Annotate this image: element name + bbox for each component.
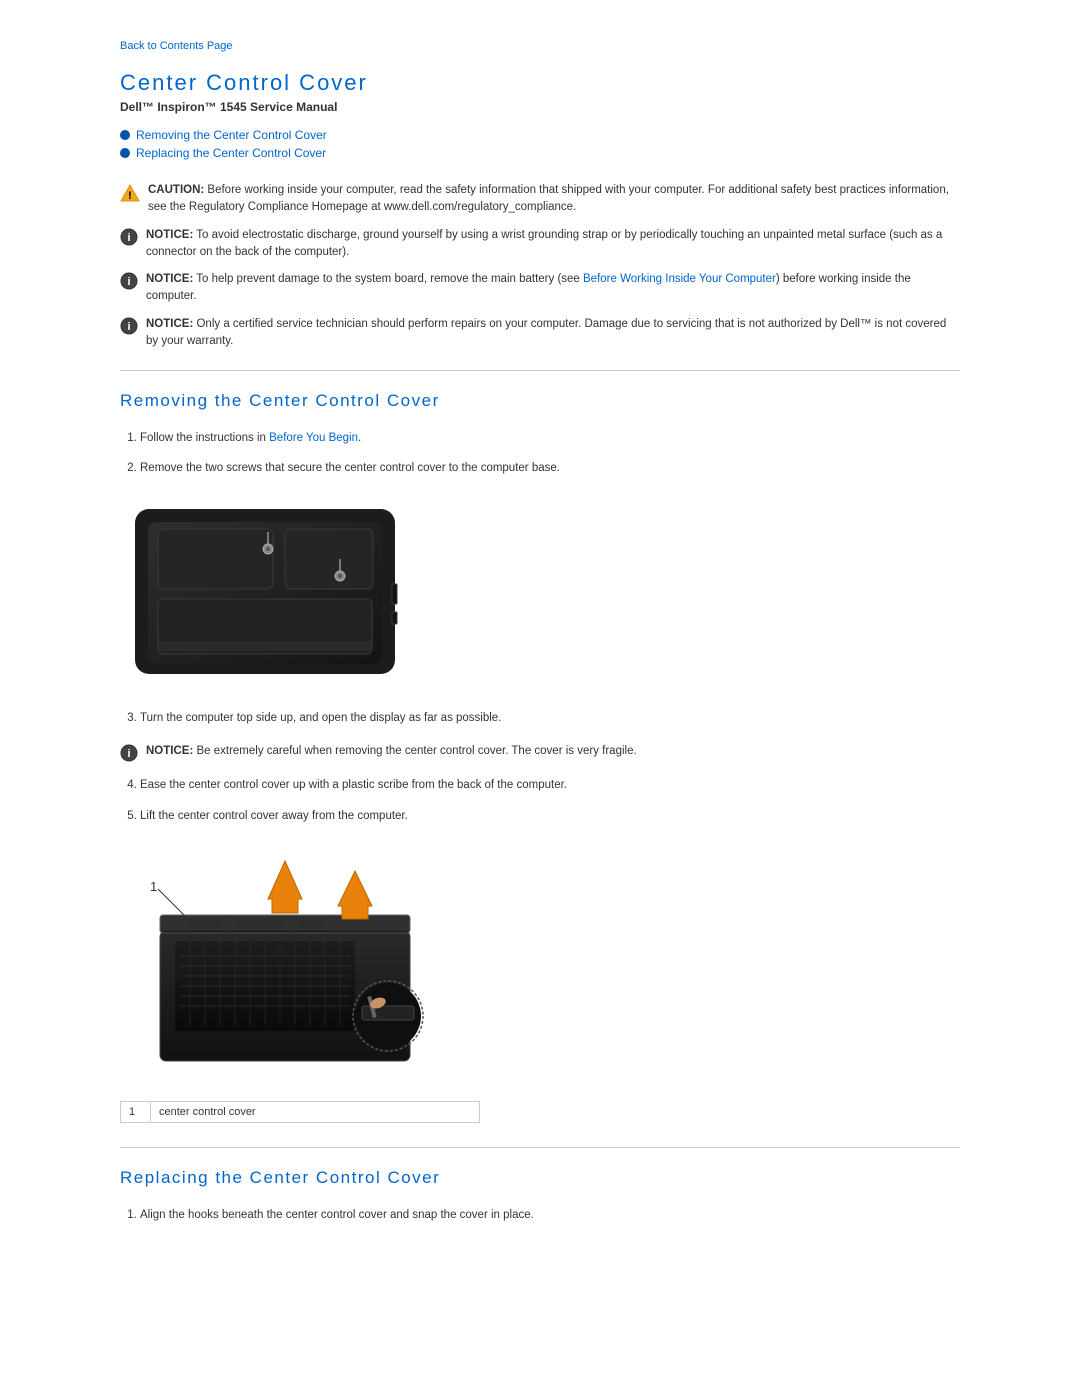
toc-link-replacing[interactable]: Replacing the Center Control Cover bbox=[136, 146, 326, 160]
fragile-notice: i NOTICE: Be extremely careful when remo… bbox=[120, 743, 960, 762]
before-working-link[interactable]: Before Working Inside Your Computer bbox=[583, 273, 776, 285]
removing-steps-cont: Turn the computer top side up, and open … bbox=[140, 709, 960, 727]
step-4: Ease the center control cover up with a … bbox=[140, 776, 960, 794]
figure-number: 1 bbox=[121, 1101, 151, 1122]
notice-block-3: i NOTICE: Only a certified service techn… bbox=[120, 316, 960, 351]
notice-block-2: i NOTICE: To help prevent damage to the … bbox=[120, 271, 960, 306]
toc-bullet-2 bbox=[120, 148, 130, 158]
step-1: Follow the instructions in Before You Be… bbox=[140, 429, 960, 447]
notice-text-3: Only a certified service technician shou… bbox=[146, 318, 946, 347]
caution-text: Before working inside your computer, rea… bbox=[148, 184, 949, 213]
notice-icon-3: i bbox=[120, 317, 138, 335]
notice-icon-fragile: i bbox=[120, 744, 138, 762]
notice-icon-1: i bbox=[120, 228, 138, 246]
replacing-section-title: Replacing the Center Control Cover bbox=[120, 1168, 960, 1188]
notice-label-1: NOTICE: bbox=[146, 229, 193, 241]
step-5: Lift the center control cover away from … bbox=[140, 807, 960, 825]
page-subtitle: Dell™ Inspiron™ 1545 Service Manual bbox=[120, 100, 960, 114]
figure-table: 1 center control cover bbox=[120, 1101, 480, 1123]
before-you-begin-link[interactable]: Before You Begin bbox=[269, 432, 358, 444]
figure-row: 1 center control cover bbox=[121, 1101, 480, 1122]
laptop-open-image-container: 1 bbox=[120, 841, 960, 1081]
toc-item-removing: Removing the Center Control Cover bbox=[120, 128, 960, 142]
notice-text-1: To avoid electrostatic discharge, ground… bbox=[146, 229, 942, 258]
section-divider-2 bbox=[120, 1147, 960, 1148]
replacing-steps: Align the hooks beneath the center contr… bbox=[140, 1206, 960, 1224]
caution-icon: ! bbox=[120, 183, 140, 203]
svg-text:!: ! bbox=[128, 190, 132, 202]
toc-bullet-1 bbox=[120, 130, 130, 140]
fragile-notice-text: Be extremely careful when removing the c… bbox=[196, 745, 636, 757]
replace-step-1: Align the hooks beneath the center contr… bbox=[140, 1206, 960, 1224]
step-3: Turn the computer top side up, and open … bbox=[140, 709, 960, 727]
notice-label-3: NOTICE: bbox=[146, 318, 193, 330]
removing-steps-cont2: Ease the center control cover up with a … bbox=[140, 776, 960, 825]
step-2: Remove the two screws that secure the ce… bbox=[140, 459, 960, 477]
page-title: Center Control Cover bbox=[120, 70, 960, 96]
svg-text:i: i bbox=[127, 232, 130, 244]
laptop-open-svg: 1 bbox=[120, 841, 440, 1081]
removing-steps: Follow the instructions in Before You Be… bbox=[140, 429, 960, 478]
notice-text-2: To help prevent damage to the system boa… bbox=[146, 273, 911, 302]
back-to-contents-link[interactable]: Back to Contents Page bbox=[120, 40, 960, 52]
toc-item-replacing: Replacing the Center Control Cover bbox=[120, 146, 960, 160]
svg-text:1: 1 bbox=[150, 879, 157, 894]
notice-block-1: i NOTICE: To avoid electrostatic dischar… bbox=[120, 227, 960, 262]
laptop-bottom-image-container bbox=[120, 494, 960, 689]
toc-list: Removing the Center Control Cover Replac… bbox=[120, 128, 960, 160]
notice-icon-2: i bbox=[120, 272, 138, 290]
fragile-notice-label: NOTICE: bbox=[146, 745, 193, 757]
figure-caption: center control cover bbox=[151, 1101, 480, 1122]
notice-label-2: NOTICE: bbox=[146, 273, 193, 285]
laptop-bottom-svg bbox=[120, 494, 410, 689]
svg-text:i: i bbox=[127, 276, 130, 288]
caution-block: ! CAUTION: Before working inside your co… bbox=[120, 182, 960, 217]
toc-link-removing[interactable]: Removing the Center Control Cover bbox=[136, 128, 327, 142]
svg-text:i: i bbox=[127, 321, 130, 333]
caution-label: CAUTION: bbox=[148, 184, 204, 196]
removing-section-title: Removing the Center Control Cover bbox=[120, 391, 960, 411]
svg-text:i: i bbox=[127, 748, 130, 760]
section-divider-1 bbox=[120, 370, 960, 371]
